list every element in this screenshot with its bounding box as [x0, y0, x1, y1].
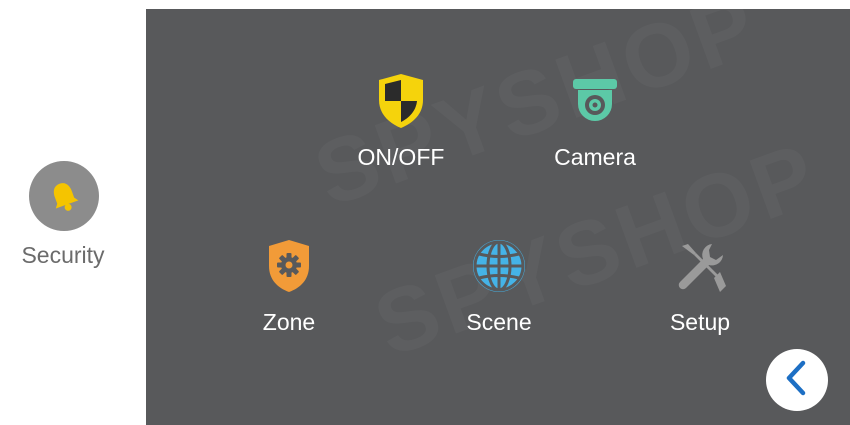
tile-label: Setup [669, 309, 731, 335]
main-panel: SPYSHOP SPYSHOP ON/OFF [146, 9, 850, 425]
bell-icon [29, 161, 99, 231]
tile-label: Scene [466, 309, 532, 335]
tile-label: Camera [554, 144, 636, 170]
shield-gear-icon [259, 236, 319, 296]
back-button[interactable] [766, 349, 828, 411]
tools-icon [670, 236, 730, 296]
camera-icon [565, 71, 625, 131]
sidebar-item-label: Security [21, 242, 105, 268]
chevron-left-icon [783, 360, 811, 401]
app-window: Security SPYSHOP SPYSHOP ON/OFF [0, 0, 850, 425]
tile-label: Zone [262, 309, 316, 335]
globe-icon [469, 236, 529, 296]
sidebar: Security [0, 0, 146, 425]
sidebar-item-security[interactable]: Security [8, 158, 118, 278]
tile-label: ON/OFF [357, 144, 445, 170]
tile-setup[interactable]: Setup [620, 236, 780, 346]
shield-checker-icon [371, 71, 431, 131]
tile-scene[interactable]: Scene [419, 236, 579, 346]
tile-on-off[interactable]: ON/OFF [321, 71, 481, 181]
tile-camera[interactable]: Camera [515, 71, 675, 181]
tile-zone[interactable]: Zone [209, 236, 369, 346]
